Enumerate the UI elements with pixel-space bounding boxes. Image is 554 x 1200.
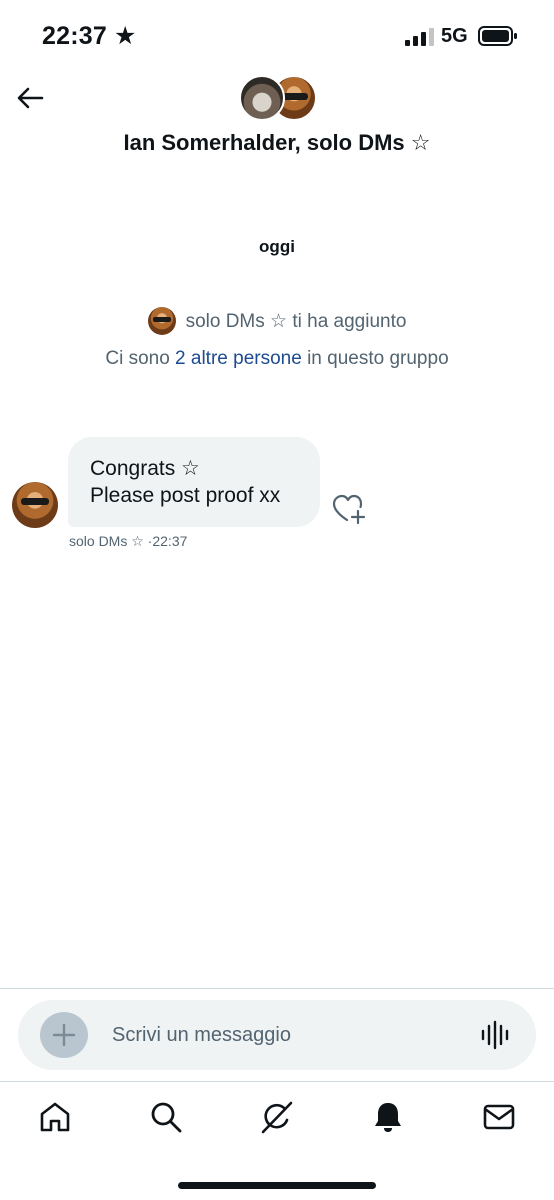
sender-avatar[interactable] [12,482,58,528]
message-line: Congrats ☆ [90,457,200,480]
plus-icon [52,1023,76,1047]
status-bar: 22:37 ★ 5G [0,0,554,70]
avatar [147,307,176,335]
network-label: 5G [441,25,468,47]
message-line: Please post proof xx [90,484,281,507]
status-time: 22:37 [42,22,107,50]
home-indicator [178,1182,376,1189]
message-sender: solo DMs ☆ [69,533,144,549]
home-icon[interactable] [37,1099,73,1135]
added-notice: solo DMs ☆ ti ha aggiunto [0,307,554,335]
message-input[interactable] [110,1014,454,1056]
messages-icon[interactable] [481,1099,517,1135]
message-composer [18,1000,536,1070]
group-members-link[interactable]: 2 altre persone [175,348,302,369]
group-info-prefix: Ci sono [105,348,170,369]
group-info-suffix: in questo gruppo [307,348,449,369]
divider [0,988,554,989]
add-media-button[interactable] [40,1012,88,1058]
signal-icon [405,28,434,46]
divider [0,1081,554,1082]
added-by-name: solo DMs ☆ [185,310,288,332]
notifications-icon[interactable] [370,1099,406,1135]
back-arrow-icon[interactable] [14,82,46,114]
search-icon[interactable] [148,1099,184,1135]
added-text: ti ha aggiunto [292,310,407,332]
message-time: 22:37 [152,533,188,549]
message-bubble[interactable]: Congrats ☆ Please post proof xx [68,437,320,527]
message-meta: solo DMs ☆ ·22:37 [69,533,188,549]
date-label: oggi [259,237,295,256]
group-avatars[interactable] [239,75,317,121]
battery-icon [478,26,517,46]
group-info: Ci sono 2 altre persone in questo gruppo [0,348,554,370]
chat-title[interactable]: Ian Somerhalder, solo DMs ☆ [0,130,554,156]
voice-message-icon[interactable] [480,1020,510,1050]
avatar [239,75,285,121]
location-star-icon: ★ [114,22,137,50]
add-reaction-heart-icon[interactable] [332,494,366,526]
grok-icon[interactable] [259,1099,295,1135]
